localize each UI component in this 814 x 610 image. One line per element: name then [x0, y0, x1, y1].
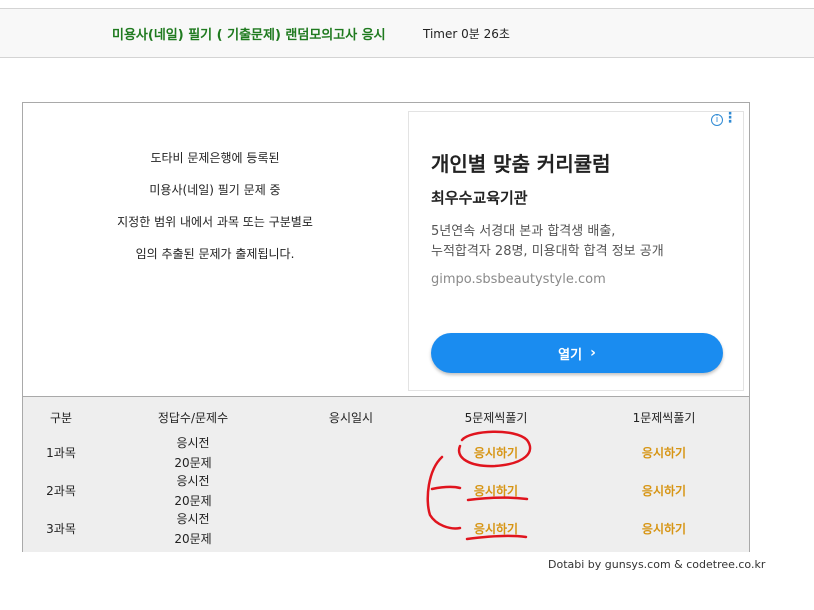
column-header-five: 5문제씩풀기	[464, 411, 528, 425]
table-row-count: 20문제	[174, 532, 212, 546]
advertisement[interactable]: i ⋮ 개인별 맞춤 커리큘럼 최우수교육기관 5년연속 서경대 본과 합격생 …	[408, 110, 744, 391]
open-ad-label: 열기	[558, 347, 583, 363]
intro-line: 임의 추출된 문제가 출제됩니다.	[135, 247, 295, 261]
page-title: 미용사(네일) 필기 ( 기출문제) 랜덤모의고사 응시	[112, 28, 386, 43]
column-header-date: 응시일시	[328, 411, 374, 425]
ad-description-line: 5년연속 서경대 본과 합격생 배출,	[431, 224, 616, 239]
take-exam-one-button[interactable]: 응시하기	[599, 482, 729, 499]
table-row-status: 응시전	[176, 436, 210, 450]
column-header-subject: 구분	[49, 411, 73, 425]
intro-line: 지정한 범위 내에서 과목 또는 구분별로	[117, 215, 313, 229]
timer-text: Timer 0분 26초	[423, 27, 510, 41]
footer-credit: Dotabi by gunsys.com & codetree.co.kr	[548, 558, 766, 571]
info-icon[interactable]: i	[711, 114, 723, 126]
exam-panel: 도타비 문제은행에 등록된 미용사(네일) 필기 문제 중 지정한 범위 내에서…	[22, 102, 750, 552]
ad-advertiser: 최우수교육기관	[431, 189, 528, 207]
open-ad-button[interactable]: 열기 ›	[431, 333, 723, 373]
table-row-subject: 1과목	[46, 446, 76, 460]
take-exam-one-button[interactable]: 응시하기	[599, 444, 729, 461]
ad-url: gimpo.sbsbeautystyle.com	[431, 272, 606, 287]
intro-line: 미용사(네일) 필기 문제 중	[149, 183, 281, 197]
table-row-count: 20문제	[174, 494, 212, 508]
header-bar: 미용사(네일) 필기 ( 기출문제) 랜덤모의고사 응시 Timer 0분 26…	[0, 8, 814, 58]
chevron-right-icon: ›	[590, 345, 596, 361]
intro-line: 도타비 문제은행에 등록된	[150, 151, 280, 165]
column-header-score: 정답수/문제수	[157, 411, 229, 425]
take-exam-five-button[interactable]: 응시하기	[433, 482, 559, 499]
table-row-subject: 3과목	[46, 522, 76, 536]
table-row-count: 20문제	[174, 456, 212, 470]
table-row-subject: 2과목	[46, 484, 76, 498]
take-exam-five-button[interactable]: 응시하기	[433, 444, 559, 461]
ad-headline[interactable]: 개인별 맞춤 커리큘럼	[431, 148, 611, 177]
column-header-one: 1문제씩풀기	[632, 411, 696, 425]
take-exam-five-button[interactable]: 응시하기	[433, 520, 559, 537]
more-vert-icon[interactable]: ⋮	[723, 110, 737, 126]
subject-table: 구분 정답수/문제수 응시일시 5문제씩풀기 1문제씩풀기 1과목 응시전 20…	[23, 396, 749, 552]
table-row-status: 응시전	[176, 474, 210, 488]
ad-description-line: 누적합격자 28명, 미용대학 합격 정보 공개	[431, 244, 664, 259]
take-exam-one-button[interactable]: 응시하기	[599, 520, 729, 537]
intro-text-block: 도타비 문제은행에 등록된 미용사(네일) 필기 문제 중 지정한 범위 내에서…	[23, 103, 407, 395]
table-row-status: 응시전	[176, 512, 210, 526]
